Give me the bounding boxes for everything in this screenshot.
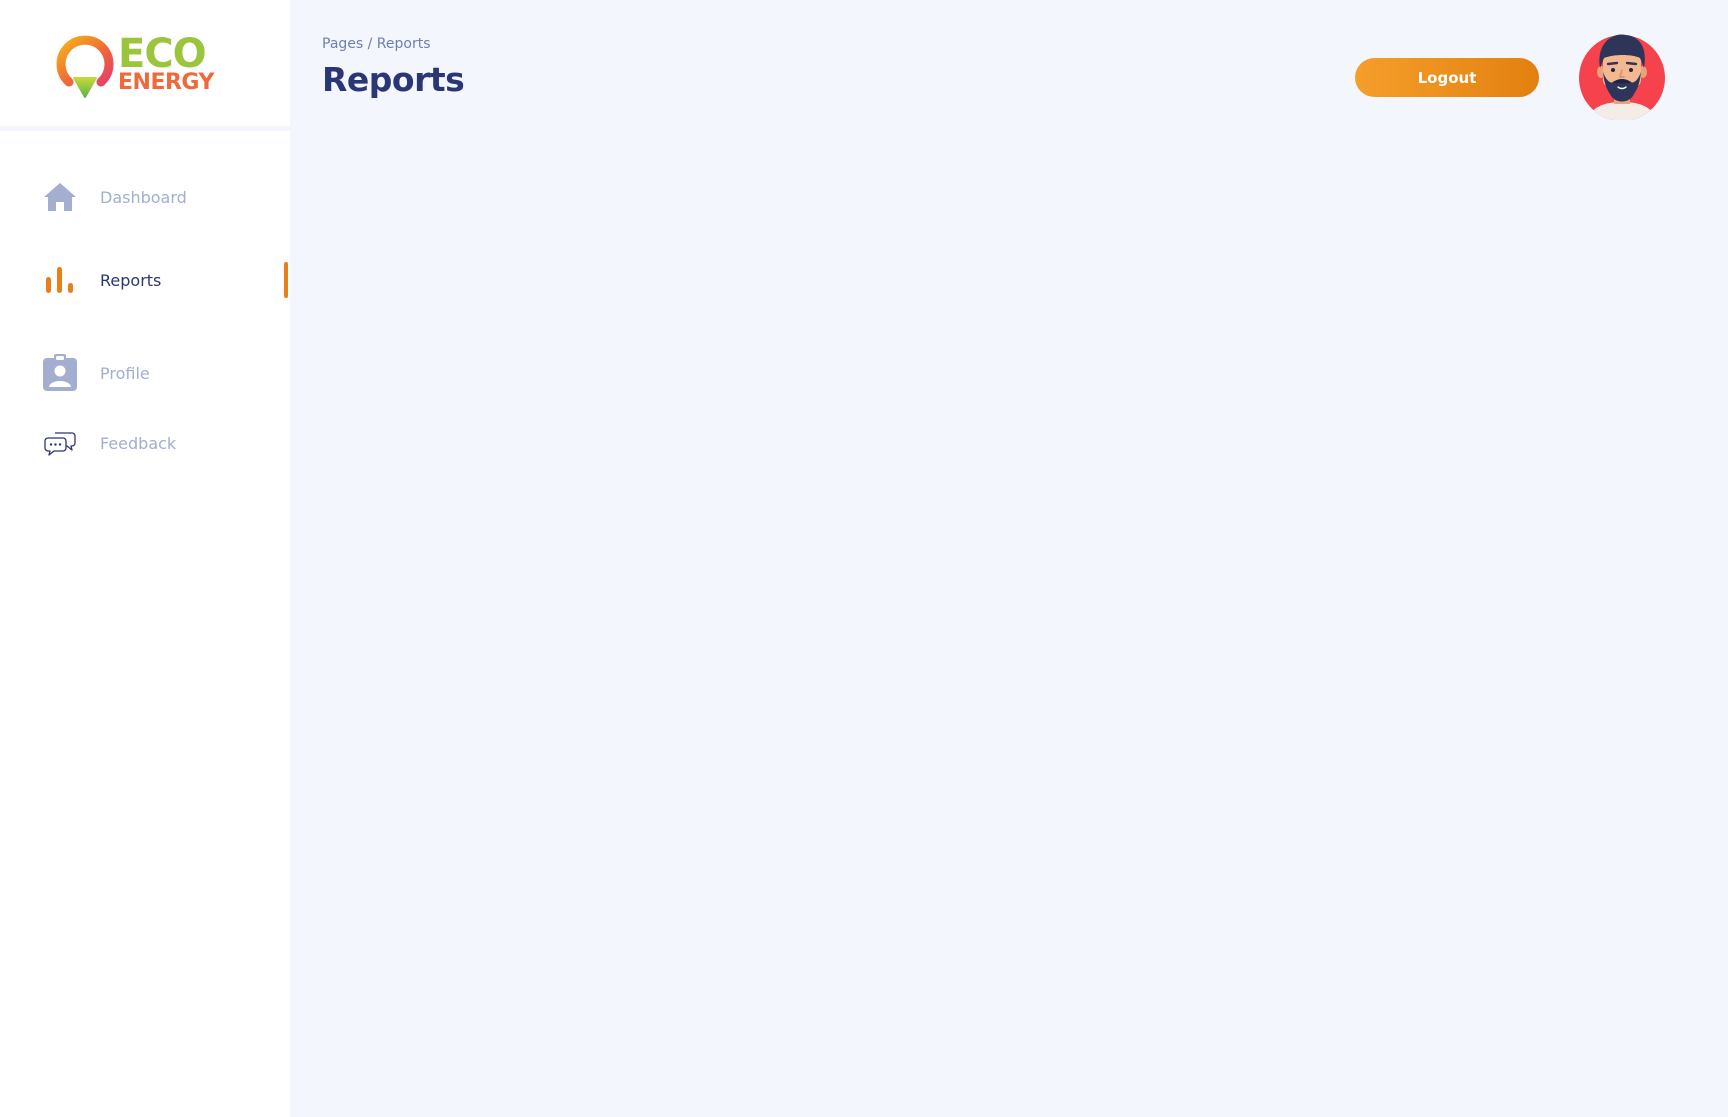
sidebar-item-label: Feedback <box>100 433 177 453</box>
user-avatar-icon <box>1579 34 1665 121</box>
sidebar-item-label: Dashboard <box>100 187 187 207</box>
sidebar-item-label: Profile <box>100 363 150 383</box>
active-indicator <box>284 262 288 298</box>
sidebar-item-feedback[interactable]: Feedback <box>0 421 290 465</box>
page-title: Reports <box>322 60 465 99</box>
sidebar-divider <box>0 126 290 131</box>
logo-wordmark: ECO ENERGY <box>118 34 214 94</box>
sidebar-item-reports[interactable]: Reports <box>0 258 290 302</box>
main-content: Pages / Reports Reports Logout <box>290 0 1728 1117</box>
logo-area: ECO ENERGY <box>0 0 290 126</box>
logout-button[interactable]: Logout <box>1355 58 1539 97</box>
sidebar: ECO ENERGY Dashboard Reports Profile Fee… <box>0 0 290 1117</box>
logo-word-energy: ENERGY <box>118 70 214 95</box>
bar-chart-icon <box>42 262 78 298</box>
chat-bubbles-icon <box>42 425 78 461</box>
sidebar-item-dashboard[interactable]: Dashboard <box>0 175 290 219</box>
sidebar-item-profile[interactable]: Profile <box>0 351 290 395</box>
profile-badge-icon <box>42 354 78 391</box>
avatar[interactable] <box>1576 28 1668 121</box>
home-icon <box>42 179 78 215</box>
eco-energy-logo[interactable]: ECO ENERGY <box>52 30 222 100</box>
app-window: ECO ENERGY Dashboard Reports Profile Fee… <box>0 0 1728 1117</box>
logo-word-eco: ECO <box>118 31 207 77</box>
breadcrumb: Pages / Reports <box>322 36 431 52</box>
bulb-logo-icon <box>56 35 114 98</box>
sidebar-item-label: Reports <box>100 270 162 290</box>
